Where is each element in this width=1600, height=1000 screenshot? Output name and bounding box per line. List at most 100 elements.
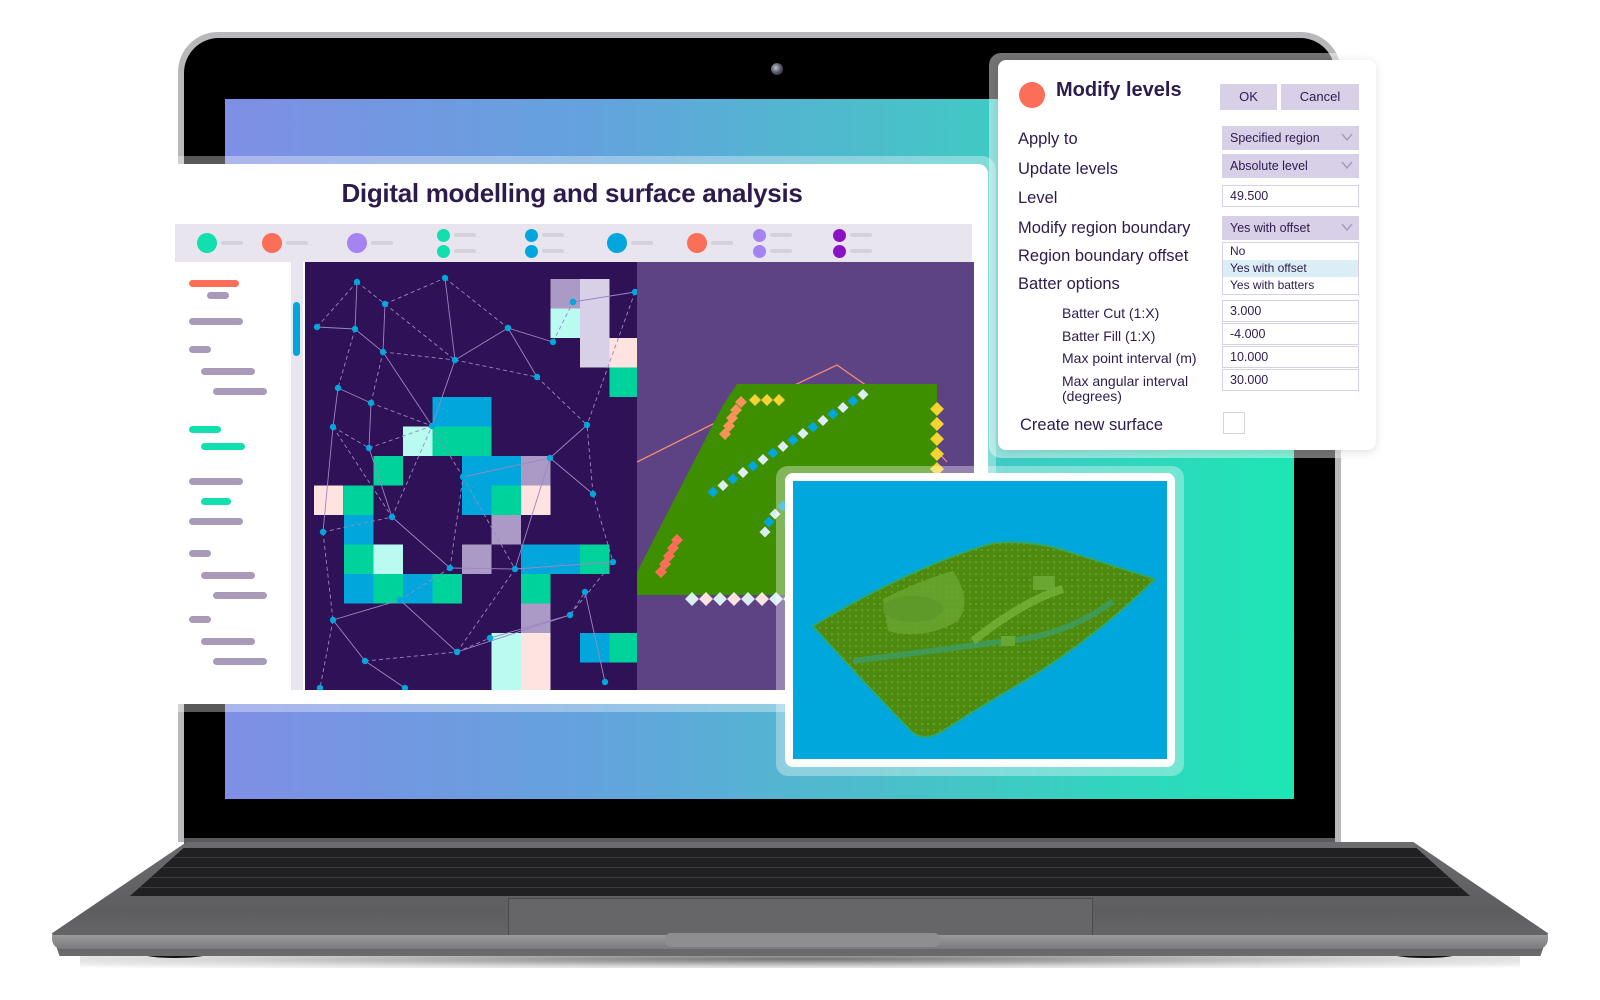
sidebar-scrollbar[interactable] [291,262,303,690]
apply-to-label: Apply to [1018,130,1078,148]
mesh-vertex [334,384,342,392]
mesh-vertex [351,325,359,333]
mesh-cell [373,544,403,574]
chevron-down-icon [1341,223,1353,232]
sidebar-item[interactable] [189,550,211,557]
max-angular-interval-input[interactable]: 30.000 [1222,369,1359,391]
mesh-edge [382,351,456,361]
create-new-surface-label: Create new surface [1020,416,1164,434]
mesh-cell [521,633,551,663]
mesh-vertex [583,421,591,429]
legend-dot-icon [525,245,538,258]
legend-dot-icon [687,233,707,253]
mesh-edge [337,387,372,404]
sidebar-item[interactable] [213,592,267,599]
mesh-edge [384,277,446,305]
sidebar-item[interactable] [189,280,239,287]
mesh-edge [368,402,372,449]
level-input[interactable]: 49.500 [1222,185,1359,207]
mesh-cell [580,279,610,309]
sidebar-item[interactable] [201,443,245,450]
mesh-vertex [401,684,409,690]
mesh-canvas [313,274,637,690]
dropdown-option-no[interactable]: No [1223,243,1358,260]
legend-dot-icon [833,245,846,258]
region-boundary-offset-label: Region boundary offset [1018,247,1189,265]
modify-region-boundary-label: Modify region boundary [1018,219,1191,237]
legend-dot-icon [753,229,766,242]
mesh-edge [332,387,339,428]
sidebar-item[interactable] [189,518,243,525]
legend-dot-icon [197,233,217,253]
legend-bar [175,224,972,262]
mesh-vertex [609,558,617,566]
mesh-vertex [329,616,337,624]
mesh-cell [609,338,637,368]
mesh-cell [521,544,551,574]
panel-title: Digital modelling and surface analysis [341,178,803,208]
max-point-interval-label: Max point interval (m) [1062,350,1197,366]
batter-fill-input[interactable]: -4.000 [1222,323,1359,345]
mesh-cell [491,456,521,486]
mesh-cell [550,544,580,574]
mesh-cell [550,279,580,309]
batter-cut-input[interactable]: 3.000 [1222,300,1359,322]
terrain-surface [811,541,1157,738]
sidebar-item[interactable] [189,616,211,623]
update-levels-select[interactable]: Absolute level [1222,154,1359,178]
mesh-edge [382,351,433,427]
legend-dot-icon [437,245,450,258]
mesh-edge [356,281,386,305]
sidebar-item[interactable] [189,346,211,353]
mesh-edge [586,424,594,495]
mesh-vertex [379,348,387,356]
mesh-cell [344,515,374,545]
mesh-cell [491,633,521,663]
legend-label-placeholder [286,241,308,245]
legend-dot-icon [833,229,846,242]
mesh-edge [444,277,509,329]
mesh-edge [449,476,464,569]
mesh-cell [580,544,610,574]
sidebar-item[interactable] [189,426,221,433]
mesh-edge [399,599,458,653]
mesh-edge [370,402,433,427]
dropdown-option-yes-with-batters[interactable]: Yes with batters [1223,277,1358,294]
ok-button[interactable]: OK [1220,84,1277,110]
mesh-cell [580,338,610,368]
mesh-cell [521,574,551,604]
mesh-edge [322,531,334,621]
max-point-interval-input[interactable]: 10.000 [1222,346,1359,368]
sidebar-item[interactable] [201,638,255,645]
modify-region-boundary-value: Yes with offset [1230,221,1310,235]
webcam-icon [771,63,783,75]
mesh-vertex [601,678,609,686]
mesh-edge [549,457,594,495]
sidebar-item[interactable] [201,572,255,579]
sidebar-item[interactable] [213,658,267,665]
apply-to-select[interactable]: Specified region [1222,126,1359,150]
3d-viewport[interactable] [793,481,1167,759]
sidebar-item[interactable] [207,292,229,299]
apply-to-value: Specified region [1230,131,1320,145]
mesh-edge [316,281,358,328]
mesh-cell [432,574,462,604]
create-new-surface-checkbox[interactable] [1223,412,1245,434]
triangulation-mesh-view[interactable] [305,262,637,690]
sidebar-item[interactable] [201,498,231,505]
sidebar-item[interactable] [201,368,255,375]
sidebar-item[interactable] [189,478,243,485]
mesh-vertex [446,564,454,572]
sidebar-item[interactable] [213,388,267,395]
mesh-cell [521,603,551,633]
mesh-vertex [453,648,461,656]
mesh-vertex [316,684,324,690]
dropdown-option-yes-with-offset[interactable]: Yes with offset [1223,260,1358,277]
update-levels-label: Update levels [1018,160,1118,178]
mesh-edge [316,326,356,330]
sidebar-item[interactable] [189,318,243,325]
cancel-button[interactable]: Cancel [1281,84,1359,110]
modify-region-boundary-select[interactable]: Yes with offset [1222,216,1359,240]
scrollbar-thumb[interactable] [293,302,300,356]
mesh-vertex [549,338,557,346]
